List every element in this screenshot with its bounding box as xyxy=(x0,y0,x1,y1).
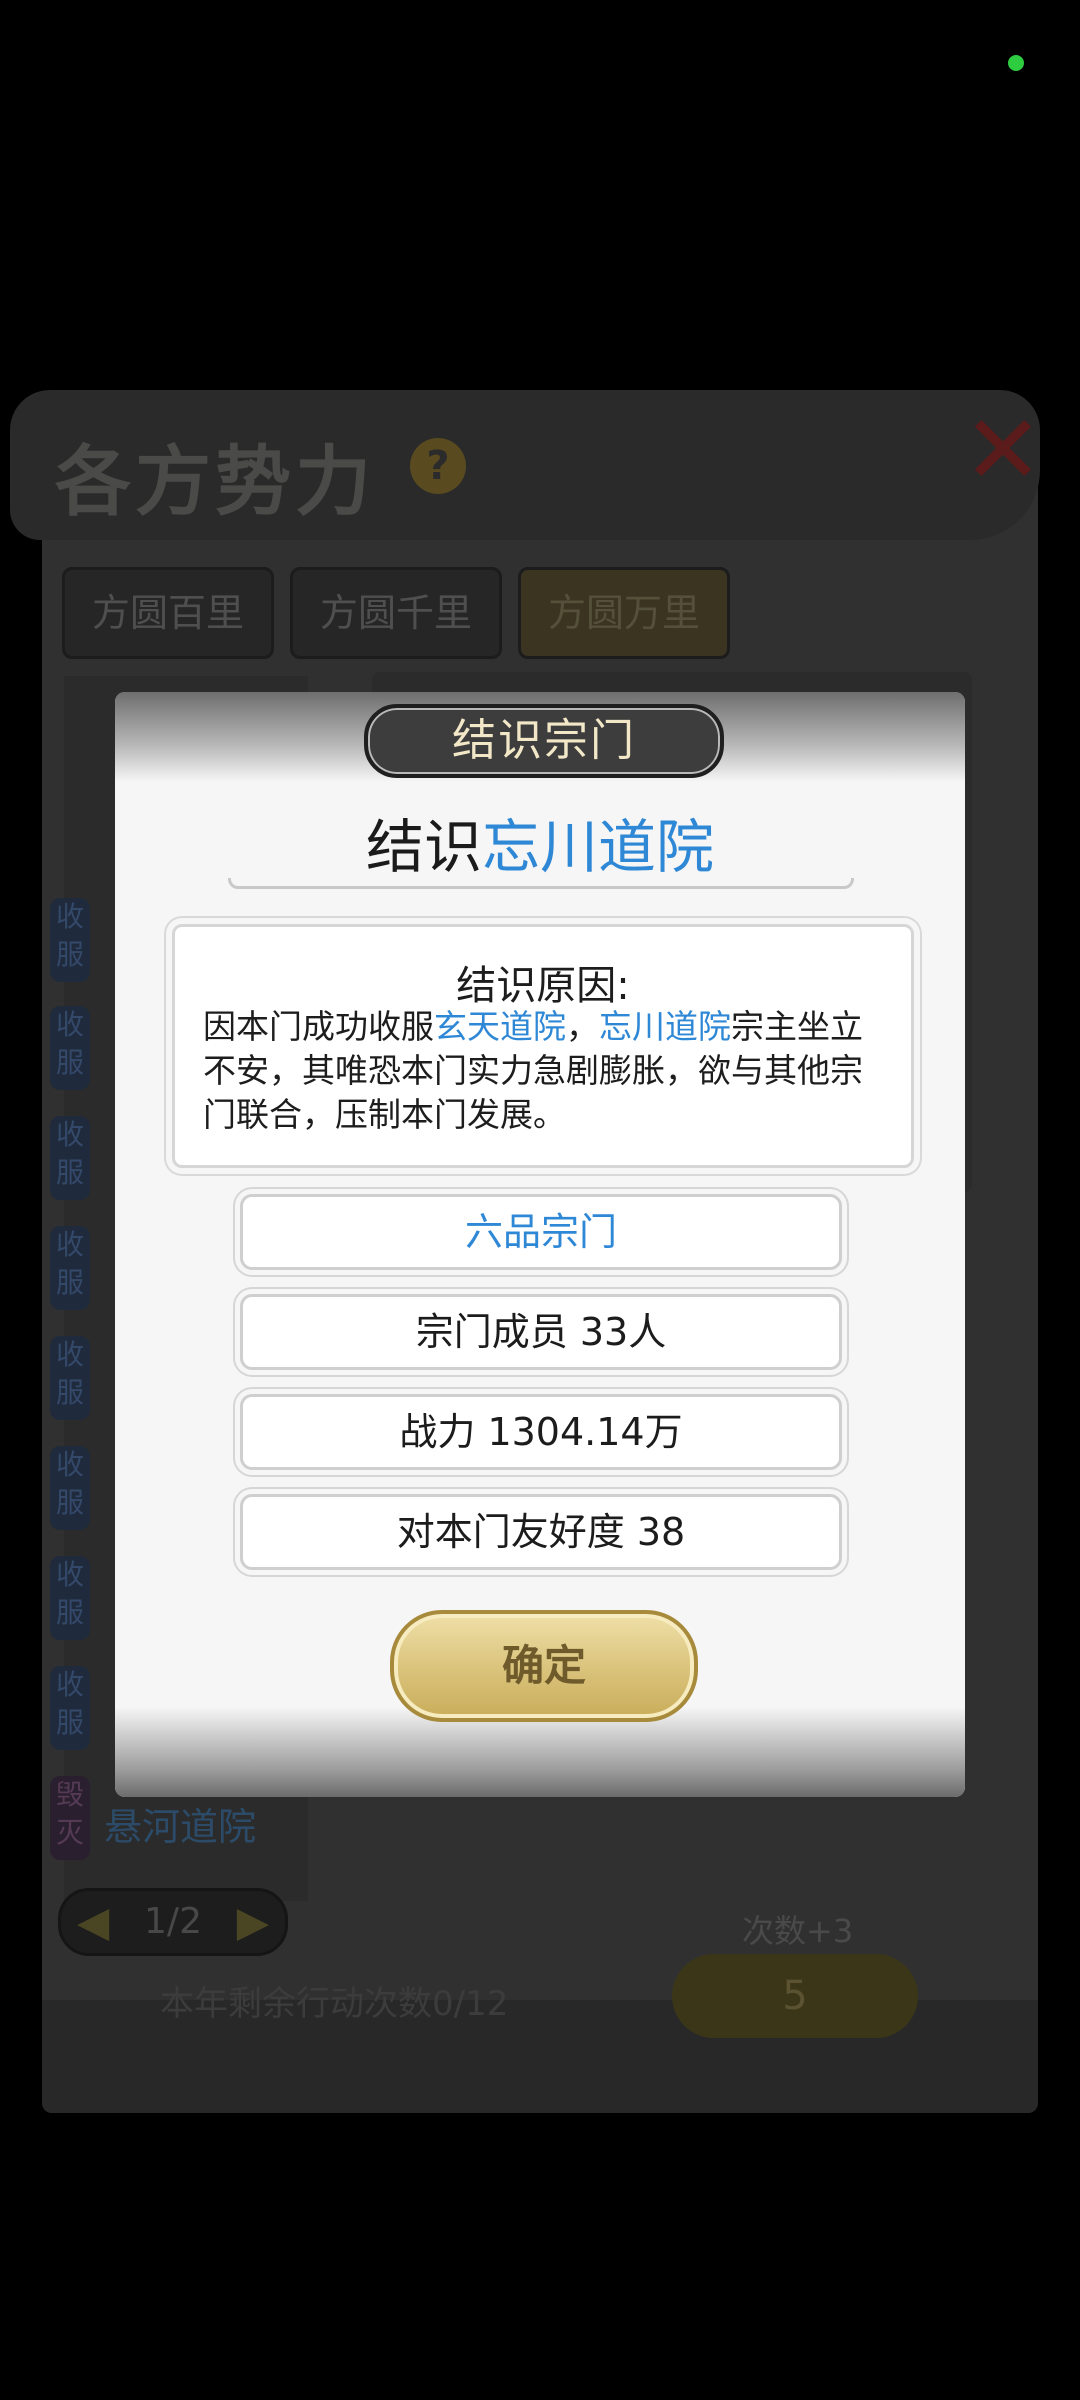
tab-1000-li[interactable]: 方圆千里 xyxy=(290,567,502,659)
confirm-button[interactable]: 确定 xyxy=(390,1610,698,1722)
reason-sect-a: 玄天道院 xyxy=(434,1007,566,1046)
status-indicator-dot xyxy=(1008,55,1024,71)
reason-text: 因本门成功收服玄天道院，忘川道院宗主坐立不安，其唯恐本门实力急剧膨胀，欲与其他宗… xyxy=(203,1005,889,1137)
sect-members: 宗门成员 33人 xyxy=(240,1294,842,1370)
subdue-tag[interactable]: 收服 xyxy=(50,1226,90,1310)
dialog-header: 结识宗门 xyxy=(364,704,724,778)
dialog-title: 结识忘川道院 xyxy=(115,800,965,884)
help-icon[interactable]: ? xyxy=(410,438,466,494)
sect-power: 战力 1304.14万 xyxy=(240,1394,842,1470)
subdue-tag[interactable]: 收服 xyxy=(50,1556,90,1640)
pager: ◀ 1/2 ▶ xyxy=(58,1888,288,1956)
reason-box: 结识原因: 因本门成功收服玄天道院，忘川道院宗主坐立不安，其唯恐本门实力急剧膨胀… xyxy=(172,924,914,1168)
subdue-tag[interactable]: 收服 xyxy=(50,1116,90,1200)
prev-page-icon[interactable]: ◀ xyxy=(77,1891,109,1953)
dialog-title-sect: 忘川道院 xyxy=(482,813,715,881)
count-plus-label: 次数+3 xyxy=(742,1912,854,1950)
add-count-button[interactable]: 5 xyxy=(672,1954,918,2038)
subdue-tag[interactable]: 收服 xyxy=(50,1006,90,1090)
subdue-tag[interactable]: 收服 xyxy=(50,898,90,982)
sect-rank: 六品宗门 xyxy=(240,1194,842,1270)
next-page-icon[interactable]: ▶ xyxy=(237,1891,269,1953)
page-title: 各方势力 xyxy=(55,437,375,526)
title-scroll-decoration xyxy=(228,878,854,889)
reason-title: 结识原因: xyxy=(456,963,630,1009)
sect-name-xuanhe[interactable]: 悬河道院 xyxy=(104,1796,256,1851)
subdue-tag[interactable]: 收服 xyxy=(50,1446,90,1530)
dialog-title-prefix: 结识 xyxy=(365,813,482,881)
tab-10000-li[interactable]: 方圆万里 xyxy=(518,567,730,659)
reason-part1: 因本门成功收服 xyxy=(203,1007,434,1046)
reason-sep: ， xyxy=(566,1007,599,1046)
subdue-tag[interactable]: 收服 xyxy=(50,1336,90,1420)
tab-100-li[interactable]: 方圆百里 xyxy=(62,567,274,659)
page-indicator: 1/2 xyxy=(144,1901,202,1942)
remaining-actions: 本年剩余行动次数0/12 xyxy=(160,1984,509,2024)
subdue-tag[interactable]: 收服 xyxy=(50,1666,90,1750)
destroy-tag[interactable]: 毁灭 xyxy=(50,1776,90,1860)
close-icon[interactable]: ✕ xyxy=(958,402,1048,498)
reason-sect-b: 忘川道院 xyxy=(599,1007,731,1046)
add-count-value: 5 xyxy=(782,1973,808,2019)
sect-friendship: 对本门友好度 38 xyxy=(240,1494,842,1570)
